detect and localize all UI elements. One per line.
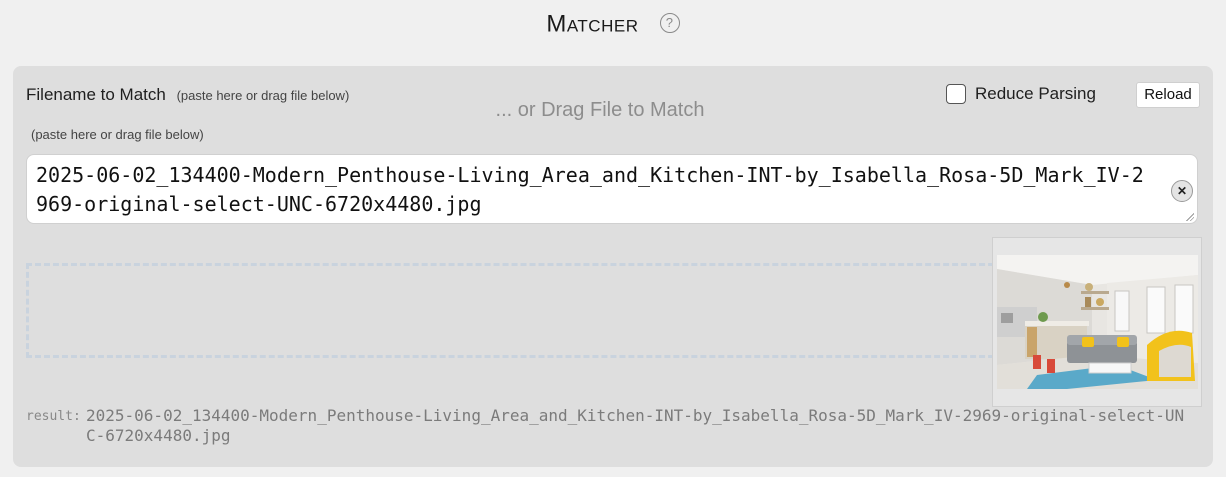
filename-input[interactable]: 2025-06-02_134400-Modern_Penthouse-Livin… — [26, 154, 1198, 224]
drop-zone-text: ... or Drag File to Match — [495, 99, 705, 121]
paste-hint: (paste here or drag file below) — [31, 127, 204, 142]
image-preview — [992, 237, 1202, 407]
drop-zone[interactable] — [26, 263, 1066, 358]
page-title-text: Matcher — [546, 10, 639, 38]
result-label: result: — [26, 409, 81, 424]
matcher-panel: Filename to Match (paste here or drag fi… — [13, 66, 1213, 467]
help-icon[interactable]: ? — [659, 12, 680, 33]
clear-icon[interactable]: ✕ — [1171, 180, 1193, 202]
resize-handle-icon[interactable] — [1185, 212, 1194, 221]
result-value: 2025-06-02_134400-Modern_Penthouse-Livin… — [86, 406, 1185, 445]
preview-thumbnail — [997, 255, 1198, 389]
page-title: Matcher ? — [0, 10, 1226, 39]
filename-input-value[interactable]: 2025-06-02_134400-Modern_Penthouse-Livin… — [36, 161, 1146, 219]
